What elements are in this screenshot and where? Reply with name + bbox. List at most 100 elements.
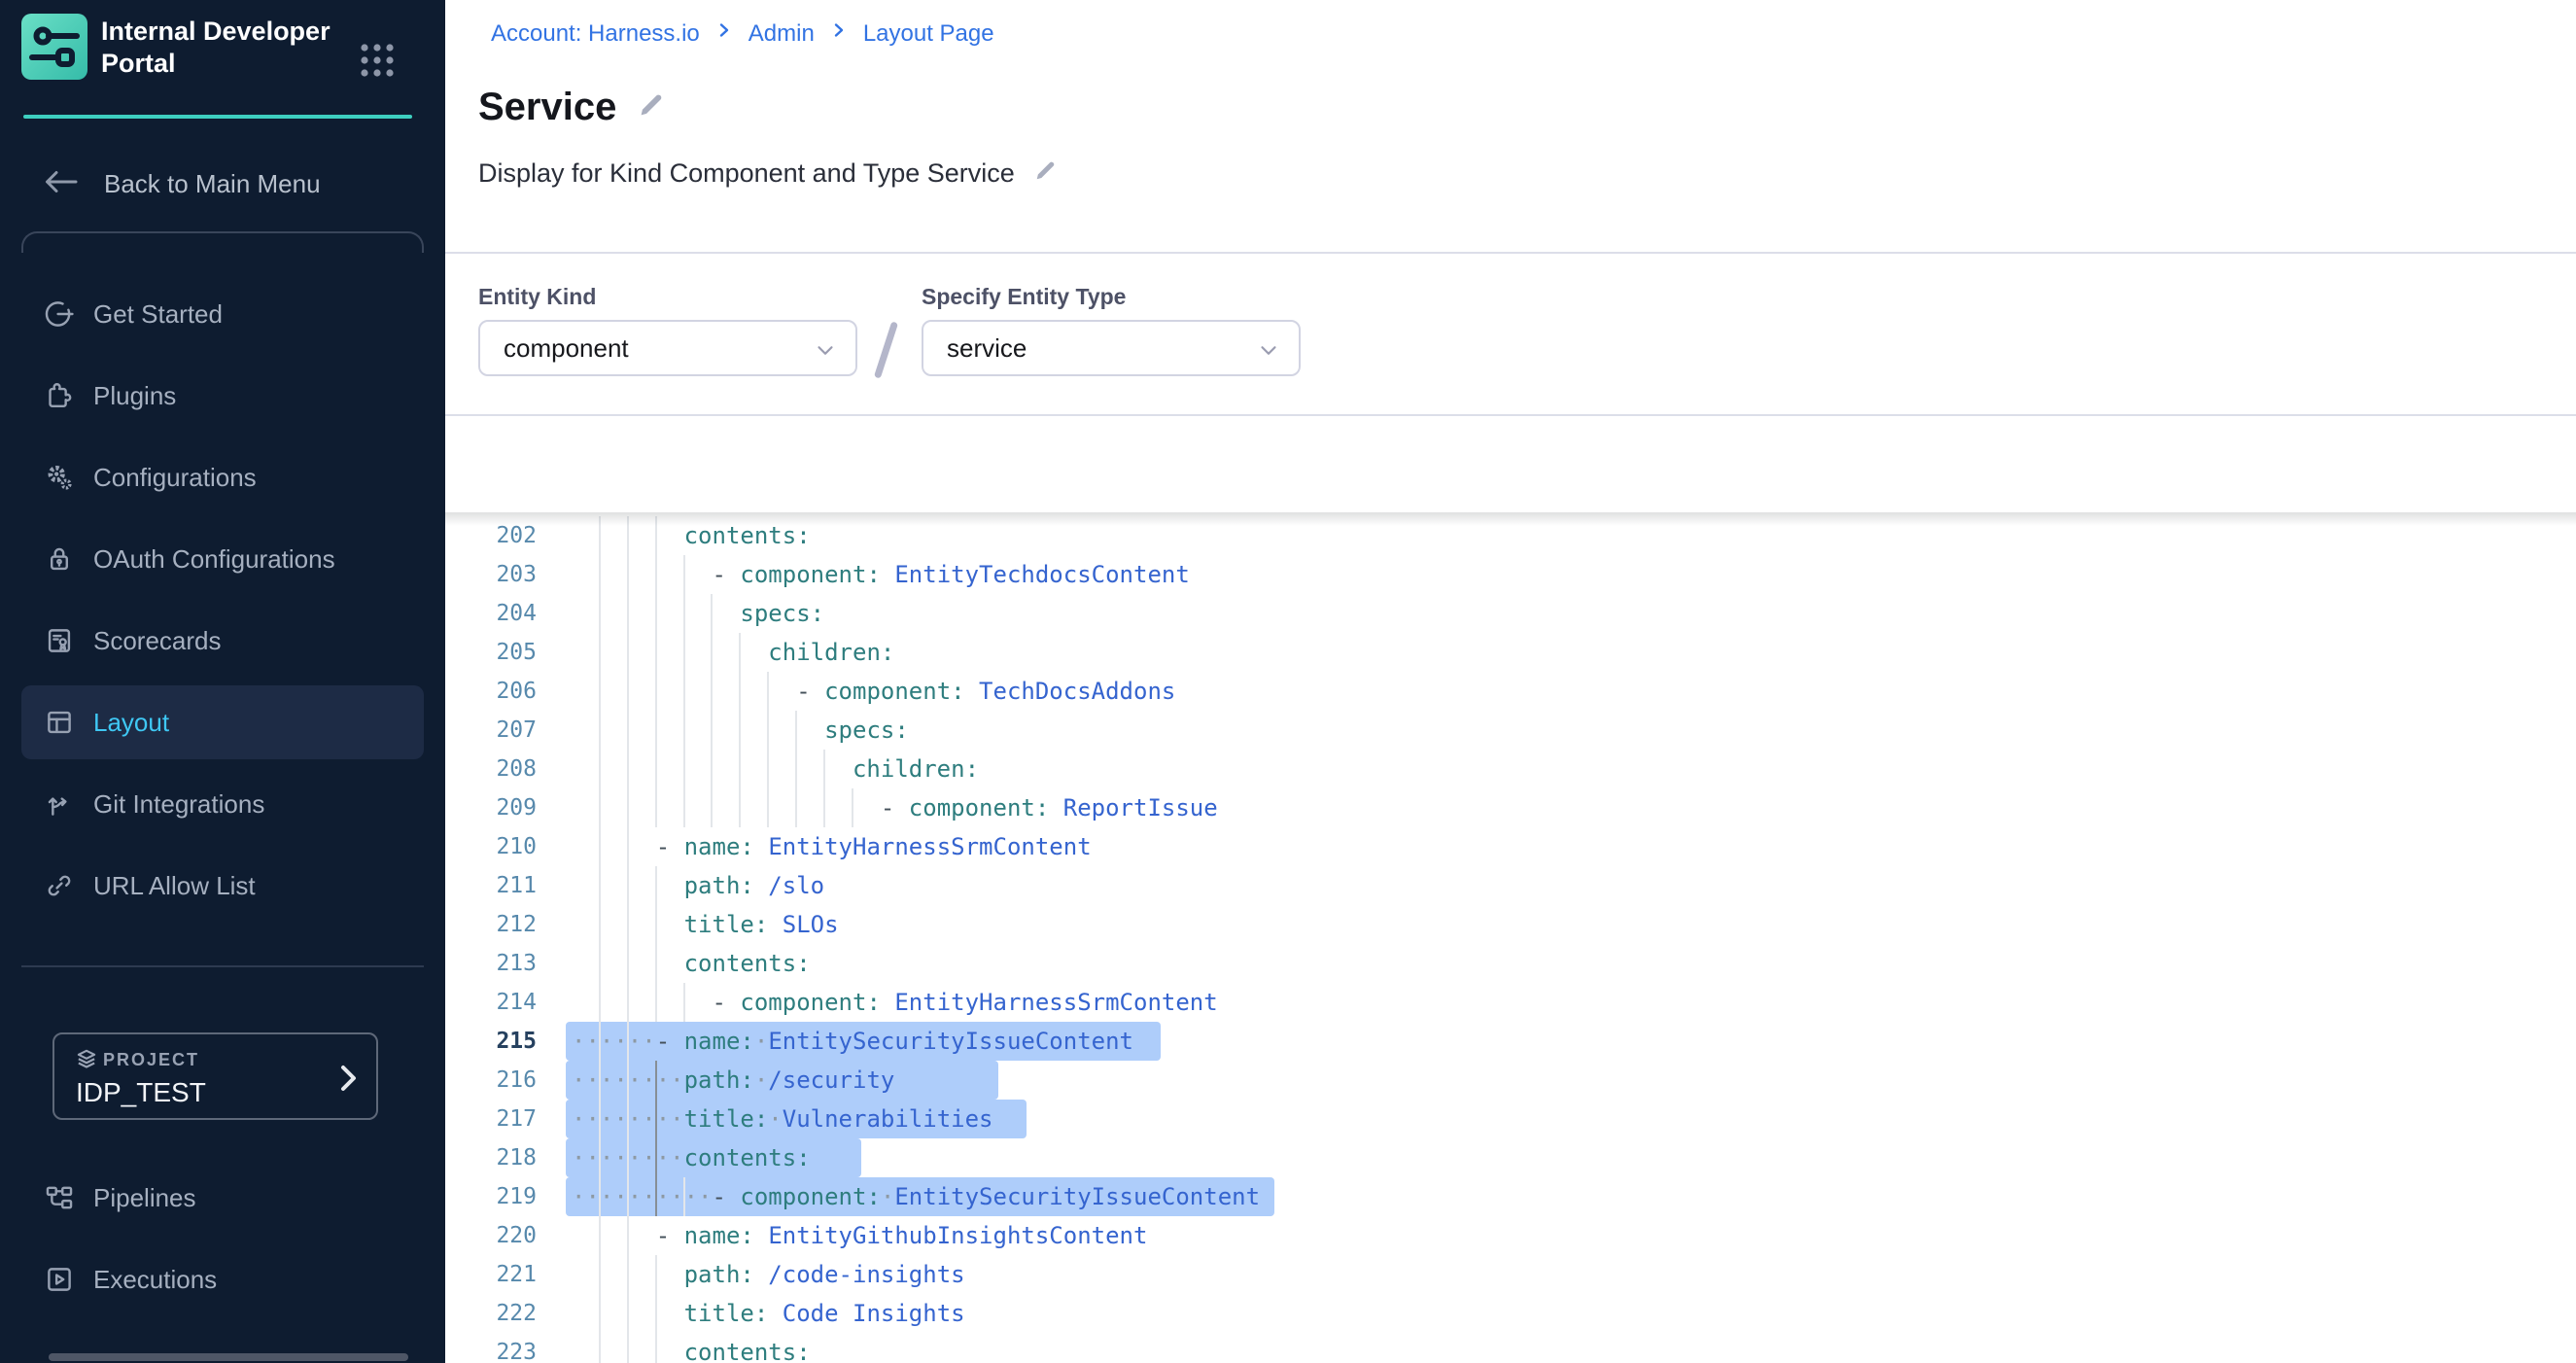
horizontal-scrollbar-thumb[interactable] xyxy=(49,1353,408,1361)
sidebar-item-layout[interactable]: Layout xyxy=(21,685,424,759)
get-started-icon xyxy=(43,297,76,331)
code-line[interactable]: 211 path: /slo xyxy=(445,866,2576,905)
apps-grid-icon[interactable] xyxy=(356,39,399,82)
line-number: 216 xyxy=(445,1061,572,1100)
layers-icon xyxy=(74,1047,99,1077)
line-number: 219 xyxy=(445,1177,572,1216)
line-number: 208 xyxy=(445,750,572,788)
code-line[interactable]: 212 title: SLOs xyxy=(445,905,2576,944)
code-line[interactable]: 220 - name: EntityGithubInsightsContent xyxy=(445,1216,2576,1255)
breadcrumb: Account: Harness.io Admin Layout Page xyxy=(491,19,994,48)
code-line[interactable]: 214 - component: EntityHarnessSrmContent xyxy=(445,983,2576,1022)
line-number: 217 xyxy=(445,1100,572,1138)
code-line[interactable]: 210 - name: EntityHarnessSrmContent xyxy=(445,827,2576,866)
sidebar-item-label: OAuth Configurations xyxy=(93,544,335,575)
sidebar-item-label: Executions xyxy=(93,1265,217,1295)
sidebar-item-plugins[interactable]: Plugins xyxy=(21,359,424,433)
code-line[interactable]: 221 path: /code-insights xyxy=(445,1255,2576,1294)
page-subtitle: Display for Kind Component and Type Serv… xyxy=(478,158,1015,189)
code-line[interactable]: 208 children: xyxy=(445,750,2576,788)
project-name: IDP_TEST xyxy=(76,1077,206,1108)
sidebar-item-configurations[interactable]: Configurations xyxy=(21,440,424,514)
sidebar-item-label: Scorecards xyxy=(93,626,222,656)
line-number: 215 xyxy=(445,1022,572,1061)
line-number: 209 xyxy=(445,788,572,827)
code-line[interactable]: 213 contents: xyxy=(445,944,2576,983)
sidebar-item-get-started[interactable]: Get Started xyxy=(21,277,424,351)
line-number: 220 xyxy=(445,1216,572,1255)
plugins-icon xyxy=(43,379,76,412)
code-line[interactable]: 219··········- component:·EntitySecurity… xyxy=(445,1177,2576,1216)
breadcrumb-chevron-icon xyxy=(715,19,733,48)
sidebar: Internal Developer Portal Back to Main M… xyxy=(0,0,445,1363)
sidebar-item-label: Configurations xyxy=(93,463,257,493)
code-line[interactable]: 217········title:·Vulnerabilities xyxy=(445,1100,2576,1138)
code-line[interactable]: 223 contents: xyxy=(445,1333,2576,1363)
code-line[interactable]: 202 contents: xyxy=(445,516,2576,555)
line-number: 207 xyxy=(445,711,572,750)
code-line[interactable]: 218········contents: xyxy=(445,1138,2576,1177)
breadcrumb-link[interactable]: Admin xyxy=(748,20,815,48)
line-number: 204 xyxy=(445,594,572,633)
line-number: 223 xyxy=(445,1333,572,1363)
breadcrumb-link[interactable]: Layout Page xyxy=(863,20,994,48)
line-number: 205 xyxy=(445,633,572,672)
section-divider xyxy=(445,252,2576,254)
chevron-down-icon xyxy=(1256,337,1281,367)
sidebar-item-label: URL Allow List xyxy=(93,871,256,901)
menu-panel-outline xyxy=(21,231,424,253)
sidebar-accent-divider xyxy=(23,115,412,119)
arrow-left-icon xyxy=(44,168,79,200)
back-to-main-menu-button[interactable]: Back to Main Menu xyxy=(44,161,321,206)
sidebar-item-url-allow-list[interactable]: URL Allow List xyxy=(21,849,424,923)
sidebar-item-scorecards[interactable]: Scorecards xyxy=(21,604,424,678)
code-line[interactable]: 216········path:·/security xyxy=(445,1061,2576,1100)
sidebar-item-git-integrations[interactable]: Git Integrations xyxy=(21,767,424,841)
configurations-icon xyxy=(43,461,76,494)
code-line[interactable]: 206 - component: TechDocsAddons xyxy=(445,672,2576,711)
line-number: 222 xyxy=(445,1294,572,1333)
breadcrumb-link[interactable]: Account: Harness.io xyxy=(491,20,700,48)
edit-subtitle-pencil-icon[interactable] xyxy=(1032,157,1059,189)
scorecards-icon xyxy=(43,624,76,657)
entity-kind-select[interactable]: component xyxy=(478,320,857,376)
back-to-main-menu-label: Back to Main Menu xyxy=(104,169,321,199)
project-selector[interactable]: PROJECT IDP_TEST xyxy=(52,1032,378,1120)
app-title: Internal Developer Portal xyxy=(101,16,354,80)
entity-kind-label: Entity Kind xyxy=(478,284,596,310)
code-line[interactable]: 204 specs: xyxy=(445,594,2576,633)
line-number: 202 xyxy=(445,516,572,555)
sidebar-item-label: Layout xyxy=(93,708,169,738)
sidebar-item-executions[interactable]: Executions xyxy=(21,1242,424,1316)
line-number: 206 xyxy=(445,672,572,711)
sidebar-item-label: Plugins xyxy=(93,381,176,411)
slash-separator xyxy=(874,321,898,378)
chevron-down-icon xyxy=(813,337,838,367)
edit-title-pencil-icon[interactable] xyxy=(636,89,667,125)
section-divider xyxy=(445,414,2576,416)
sidebar-item-label: Pipelines xyxy=(93,1183,196,1213)
code-line[interactable]: 207 specs: xyxy=(445,711,2576,750)
breadcrumb-chevron-icon xyxy=(830,19,848,48)
line-number: 203 xyxy=(445,555,572,594)
pipelines-icon xyxy=(43,1181,76,1214)
line-number: 213 xyxy=(445,944,572,983)
sidebar-divider xyxy=(21,965,424,967)
main-content: Account: Harness.ioAdminLayout Page Serv… xyxy=(445,0,2576,1363)
yaml-code-editor[interactable]: 202 contents:203 - component: EntityTech… xyxy=(445,512,2576,1363)
code-line[interactable]: 222 title: Code Insights xyxy=(445,1294,2576,1333)
code-line[interactable]: 215······- name:·EntitySecurityIssueCont… xyxy=(445,1022,2576,1061)
line-number: 212 xyxy=(445,905,572,944)
project-tag-label: PROJECT xyxy=(103,1050,199,1070)
oauth-icon xyxy=(43,542,76,576)
code-line[interactable]: 203 - component: EntityTechdocsContent xyxy=(445,555,2576,594)
line-number: 210 xyxy=(445,827,572,866)
code-line[interactable]: 205 children: xyxy=(445,633,2576,672)
sidebar-item-oauth-configurations[interactable]: OAuth Configurations xyxy=(21,522,424,596)
entity-type-select[interactable]: service xyxy=(922,320,1301,376)
code-line[interactable]: 209 - component: ReportIssue xyxy=(445,788,2576,827)
entity-type-value: service xyxy=(947,333,1027,364)
entity-type-label: Specify Entity Type xyxy=(922,284,1126,310)
sidebar-item-pipelines[interactable]: Pipelines xyxy=(21,1161,424,1235)
url-icon xyxy=(43,869,76,902)
